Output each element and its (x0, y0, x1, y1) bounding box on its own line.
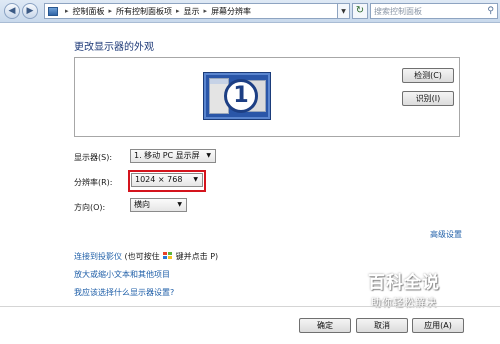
projector-hint-prefix: (也可按住 (124, 252, 160, 261)
search-box[interactable]: ⚲ (370, 3, 498, 19)
divider (0, 306, 500, 307)
orientation-select[interactable]: 横向 ▼ (130, 198, 187, 212)
control-panel-icon (48, 6, 58, 16)
display-select[interactable]: 1. 移动 PC 显示屏 ▼ (130, 149, 216, 163)
watermark: 百科全说 助你轻松解决 (344, 268, 464, 309)
chevron-down-icon: ▼ (177, 201, 182, 208)
orientation-label: 方向(O): (74, 203, 106, 212)
search-icon[interactable]: ⚲ (487, 6, 494, 16)
connect-projector-link[interactable]: 连接到投影仪 (74, 252, 122, 261)
breadcrumb-separator: ▸ (176, 7, 180, 15)
breadcrumb-screen-resolution[interactable]: 屏幕分辨率 (211, 6, 251, 17)
orientation-select-value: 横向 (134, 200, 150, 209)
breadcrumb-separator: ▸ (203, 7, 208, 15)
display-select-value: 1. 移动 PC 显示屏 (134, 151, 200, 160)
page-title: 更改显示器的外观 (74, 42, 154, 53)
forward-icon[interactable]: ▶ (22, 3, 38, 19)
monitor-icon[interactable]: 1 (203, 72, 271, 120)
display-label: 显示器(S): (74, 153, 113, 162)
apply-button[interactable]: 应用(A) (412, 318, 464, 333)
projector-hint-suffix: 键并点击 P) (175, 252, 219, 261)
breadcrumb-control-panel[interactable]: 控制面板 (73, 6, 105, 17)
projector-row: 连接到投影仪 (也可按住 键并点击 P) (74, 251, 218, 262)
breadcrumb-all-items[interactable]: 所有控制面板项 (116, 6, 172, 17)
advanced-settings-link[interactable]: 高级设置 (430, 229, 462, 240)
back-icon[interactable]: ◀ (4, 3, 20, 19)
ok-button[interactable]: 确定 (299, 318, 351, 333)
search-input[interactable] (374, 4, 478, 18)
identify-button[interactable]: 识别(I) (402, 91, 454, 106)
display-preview-area: 1 检测(C) 识别(I) (74, 57, 460, 137)
navigation-bar: ◀ ▶ ▸ 控制面板 ▸ 所有控制面板项 ▸ 显示 ▸ 屏幕分辨率 ▼ ↻ ⚲ (0, 0, 500, 23)
breadcrumb-display[interactable]: 显示 (184, 6, 200, 17)
chevron-down-icon: ▼ (206, 152, 211, 159)
refresh-icon[interactable]: ↻ (352, 3, 368, 19)
cancel-button[interactable]: 取消 (356, 318, 408, 333)
text-size-link[interactable]: 放大或缩小文本和其他项目 (74, 269, 170, 280)
windows-logo-icon (162, 252, 173, 260)
watermark-title: 百科全说 (368, 273, 440, 293)
which-setting-link[interactable]: 我应该选择什么显示器设置? (74, 287, 174, 298)
highlight-box (128, 170, 206, 192)
resolution-label: 分辨率(R): (74, 178, 113, 187)
detect-button[interactable]: 检测(C) (402, 68, 454, 83)
breadcrumb-separator: ▸ (65, 7, 69, 15)
breadcrumb-separator: ▸ (108, 7, 113, 15)
address-bar[interactable]: ▸ 控制面板 ▸ 所有控制面板项 ▸ 显示 ▸ 屏幕分辨率 (44, 3, 338, 19)
monitor-number-badge: 1 (224, 79, 258, 113)
address-dropdown-icon[interactable]: ▼ (338, 3, 350, 19)
